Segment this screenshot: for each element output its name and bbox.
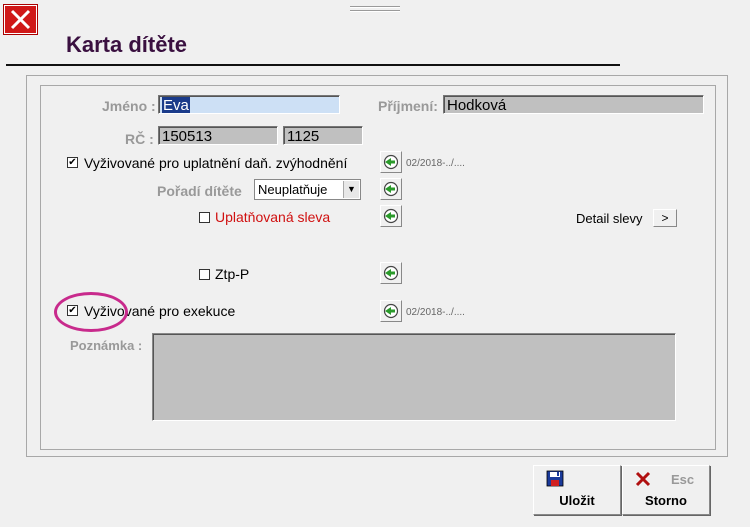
ztp-history-button[interactable] [380,262,402,284]
poznamka-label: Poznámka : [70,338,143,353]
poradi-value: Neuplatňuje [258,182,328,197]
rc-input-1[interactable]: 150513 [158,126,278,145]
uplatnovana-checkbox[interactable] [199,212,210,223]
history-arrow-icon [383,303,399,319]
history-arrow-icon [383,181,399,197]
vyzivovane-dan-label: Vyživované pro uplatnění daň. zvýhodnění [84,155,348,171]
vyzivovane-dan-date: 02/2018-../.... [406,158,465,169]
chevron-down-icon: ▼ [343,181,359,198]
vyzivovane-dan-history-button[interactable] [380,151,402,173]
close-button[interactable] [4,5,37,34]
rc-label: RČ : [125,131,154,147]
poradi-label: Pořadí dítěte [157,183,242,199]
poznamka-textarea[interactable] [152,333,676,421]
detail-slevy-label: Detail slevy [576,211,643,226]
ztp-checkbox[interactable] [199,269,210,280]
storno-label: Storno [645,493,687,508]
save-icon [546,470,564,487]
history-arrow-icon [383,265,399,281]
page-title: Karta dítěte [66,32,188,57]
cancel-x-icon [635,471,651,487]
uplatnovana-label: Uplatňovaná sleva [215,209,331,225]
exekuce-history-button[interactable] [380,300,402,322]
ulozit-label: Uložit [559,493,595,508]
esc-label: Esc [671,472,695,487]
title-underline [6,64,620,66]
jmeno-value: Eva [162,97,190,114]
ztp-label: Ztp-P [215,266,250,282]
poradi-history-button[interactable] [380,178,402,200]
rc-input-2[interactable]: 1125 [283,126,363,145]
prijmeni-input[interactable]: Hodková [443,95,704,114]
ulozit-button[interactable]: Uložit [533,465,621,515]
poradi-select[interactable]: Neuplatňuje ▼ [254,179,361,200]
detail-slevy-button[interactable]: > [653,209,677,227]
jmeno-label: Jméno : [102,98,156,114]
close-icon [10,9,31,30]
exekuce-date: 02/2018-../.... [406,307,465,318]
vyzivovane-dan-checkbox[interactable]: ✔ [67,157,78,168]
window-grip[interactable] [350,6,400,16]
jmeno-input[interactable]: Eva [158,95,340,114]
history-arrow-icon [383,154,399,170]
history-arrow-icon [383,208,399,224]
storno-button[interactable]: Esc Storno [622,465,710,515]
highlight-annotation [54,292,128,332]
uplatnovana-history-button[interactable] [380,205,402,227]
prijmeni-label: Příjmení: [378,98,438,114]
